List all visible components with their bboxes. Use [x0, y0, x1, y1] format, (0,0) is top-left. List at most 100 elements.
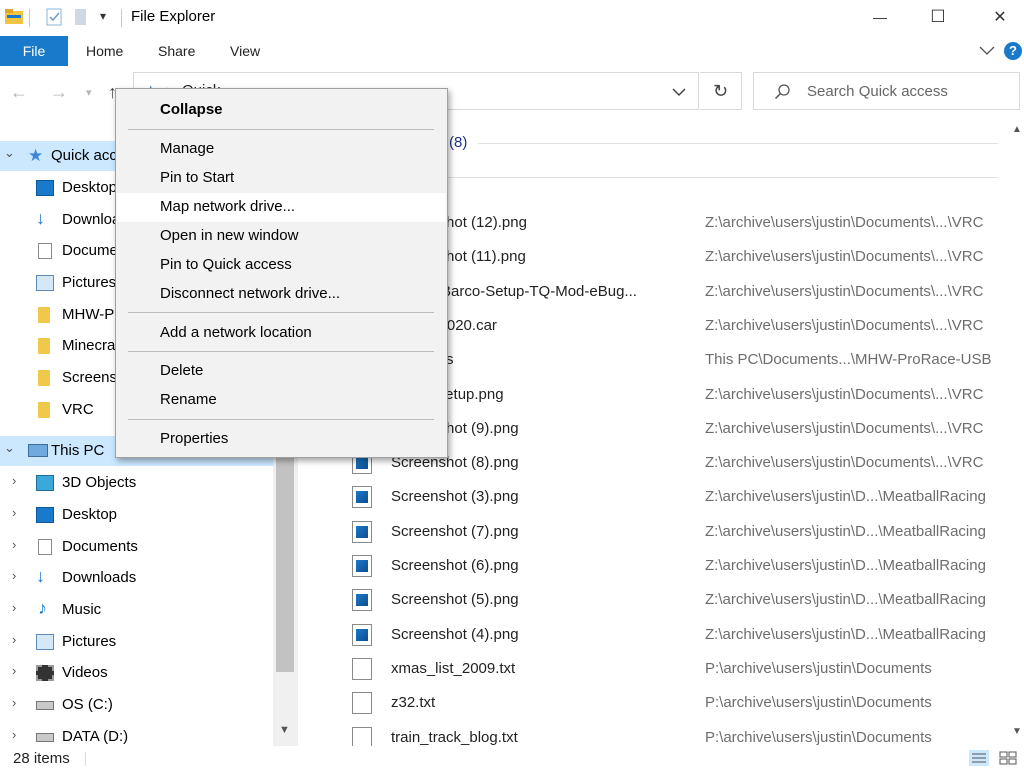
- nav-label: 3D Objects: [62, 474, 137, 491]
- menu-separator: [128, 351, 434, 352]
- file-row[interactable]: Screenshot (4).png Z:\archive\users\justi…: [298, 618, 1010, 652]
- back-button[interactable]: ←: [10, 82, 28, 103]
- expand-chevron-icon[interactable]: ›: [12, 695, 16, 710]
- nav-label: Videos: [62, 664, 108, 681]
- file-location: Z:\archive\users\justin\Documents\...\VR…: [705, 283, 984, 300]
- file-row[interactable]: Screenshot (5).png Z:\archive\users\justi…: [298, 583, 1010, 617]
- file-name: Screenshot (5).png: [391, 591, 519, 608]
- expand-chevron-icon[interactable]: ⌄: [4, 440, 15, 456]
- menu-item-open-new-window[interactable]: Open in new window: [117, 222, 446, 251]
- title-bar: ▾ File Explorer — ☐ ✕: [0, 0, 1024, 36]
- menu-item-label: Pin to Start: [160, 169, 235, 186]
- expand-chevron-icon[interactable]: ›: [12, 505, 16, 520]
- nav-item-pc-desktop[interactable]: › Desktop: [0, 500, 273, 530]
- nav-item-videos[interactable]: › Videos: [0, 658, 273, 688]
- file-location: Z:\archive\users\justin\D...\MeatballRac…: [705, 591, 986, 608]
- minimize-button[interactable]: —: [857, 0, 903, 34]
- new-folder-icon[interactable]: [74, 8, 88, 26]
- menu-separator: [128, 419, 434, 420]
- address-dropdown-icon[interactable]: [672, 88, 686, 97]
- documents-icon: [38, 539, 52, 555]
- menu-item-map-network-drive[interactable]: Map network drive...: [117, 193, 446, 222]
- menu-item-add-network-location[interactable]: Add a network location: [117, 319, 446, 348]
- expand-chevron-icon[interactable]: ›: [12, 473, 16, 488]
- menu-item-disconnect-network-drive[interactable]: Disconnect network drive...: [117, 280, 446, 309]
- file-location: This PC\Documents...\MHW-ProRace-USB: [705, 351, 992, 368]
- tab-home[interactable]: Home: [86, 43, 123, 59]
- forward-button[interactable]: →: [50, 82, 68, 103]
- file-location: Z:\archive\users\justin\Documents\...\VR…: [705, 317, 984, 334]
- file-explorer-icon[interactable]: [4, 7, 24, 25]
- menu-item-rename[interactable]: Rename: [117, 386, 446, 415]
- download-arrow-icon: ↓: [36, 208, 45, 228]
- menu-item-collapse[interactable]: Collapse: [117, 96, 446, 125]
- status-separator: [85, 752, 86, 766]
- close-button[interactable]: ✕: [977, 0, 1023, 34]
- nav-label: Pictures: [62, 274, 117, 291]
- tab-file[interactable]: File: [0, 36, 68, 66]
- title-separator: [29, 9, 30, 27]
- folder-icon: [38, 338, 50, 354]
- nav-item-data-d[interactable]: › DATA (D:): [0, 722, 273, 746]
- file-row[interactable]: z32.txt P:\archive\users\justin\Documents: [298, 686, 1010, 720]
- refresh-button[interactable]: ↻: [700, 72, 742, 110]
- nav-item-music[interactable]: › ♪ Music: [0, 595, 273, 625]
- menu-item-pin-quick-access[interactable]: Pin to Quick access: [117, 251, 446, 280]
- star-icon: ★: [28, 146, 44, 165]
- search-input[interactable]: Search Quick access: [753, 72, 1020, 110]
- desktop-icon: [36, 507, 54, 523]
- customize-qat-icon[interactable]: ▾: [100, 9, 106, 23]
- forward-arrow-icon: →: [50, 82, 68, 102]
- text-file-icon: [352, 692, 372, 714]
- file-row[interactable]: Screenshot (7).png Z:\archive\users\justi…: [298, 515, 1010, 549]
- details-view-icon[interactable]: [969, 750, 989, 766]
- expand-ribbon-icon[interactable]: [979, 46, 995, 56]
- file-row[interactable]: Screenshot (6).png Z:\archive\users\justi…: [298, 549, 1010, 583]
- menu-item-properties[interactable]: Properties: [117, 425, 446, 454]
- recent-locations-button[interactable]: ▾: [86, 86, 92, 99]
- nav-label: Downloads: [62, 569, 137, 586]
- nav-item-pc-downloads[interactable]: › ↓ Downloads: [0, 563, 273, 593]
- large-icons-view-icon[interactable]: [998, 750, 1018, 766]
- file-location: Z:\archive\users\justin\D...\MeatballRac…: [705, 626, 986, 643]
- help-icon[interactable]: ?: [1004, 42, 1022, 60]
- file-row[interactable]: Screenshot (3).png Z:\archive\users\justi…: [298, 480, 1010, 514]
- maximize-button[interactable]: ☐: [915, 0, 961, 34]
- expand-chevron-icon[interactable]: ›: [12, 632, 16, 647]
- expand-chevron-icon[interactable]: ›: [12, 727, 16, 742]
- group-divider: [448, 177, 998, 178]
- file-location: Z:\archive\users\justin\Documents\...\VR…: [705, 248, 984, 265]
- scroll-up-icon[interactable]: ▲: [1012, 124, 1022, 135]
- nav-item-pc-pictures[interactable]: › Pictures: [0, 627, 273, 657]
- expand-chevron-icon[interactable]: ›: [12, 537, 16, 552]
- nav-item-pc-documents[interactable]: › Documents: [0, 532, 273, 562]
- file-row[interactable]: xmas_list_2009.txt P:\archive\users\justi…: [298, 652, 1010, 686]
- menu-item-manage[interactable]: Manage: [117, 135, 446, 164]
- file-list-scrollbar[interactable]: ▲ ▼: [1010, 120, 1024, 746]
- file-name: Screenshot (4).png: [391, 626, 519, 643]
- pictures-icon: [36, 634, 54, 650]
- window-title: File Explorer: [131, 8, 216, 25]
- tab-share[interactable]: Share: [158, 43, 195, 59]
- properties-icon[interactable]: [45, 8, 63, 26]
- expand-chevron-icon[interactable]: ›: [12, 600, 16, 615]
- download-arrow-icon: ↓: [36, 566, 45, 586]
- file-name: Screenshot (3).png: [391, 488, 519, 505]
- nav-item-os-c[interactable]: › OS (C:): [0, 690, 273, 720]
- scroll-down-icon[interactable]: ▼: [1012, 726, 1022, 737]
- menu-item-label: Manage: [160, 140, 215, 157]
- menu-item-pin-to-start[interactable]: Pin to Start: [117, 164, 446, 193]
- expand-chevron-icon[interactable]: ›: [12, 568, 16, 583]
- search-icon: [774, 84, 790, 100]
- scroll-down-icon[interactable]: ▼: [279, 724, 290, 736]
- context-menu: Collapse Manage Pin to Start Map network…: [115, 88, 448, 458]
- menu-item-label: Collapse: [160, 101, 223, 118]
- tab-view[interactable]: View: [230, 43, 260, 59]
- menu-item-delete[interactable]: Delete: [117, 357, 446, 386]
- menu-separator: [128, 129, 434, 130]
- nav-item-3d-objects[interactable]: › 3D Objects: [0, 468, 273, 498]
- image-file-icon: [352, 486, 372, 508]
- file-row[interactable]: train_track_blog.txt P:\archive\users\jus…: [298, 721, 1010, 746]
- expand-chevron-icon[interactable]: ›: [12, 663, 16, 678]
- expand-chevron-icon[interactable]: ⌄: [4, 145, 15, 161]
